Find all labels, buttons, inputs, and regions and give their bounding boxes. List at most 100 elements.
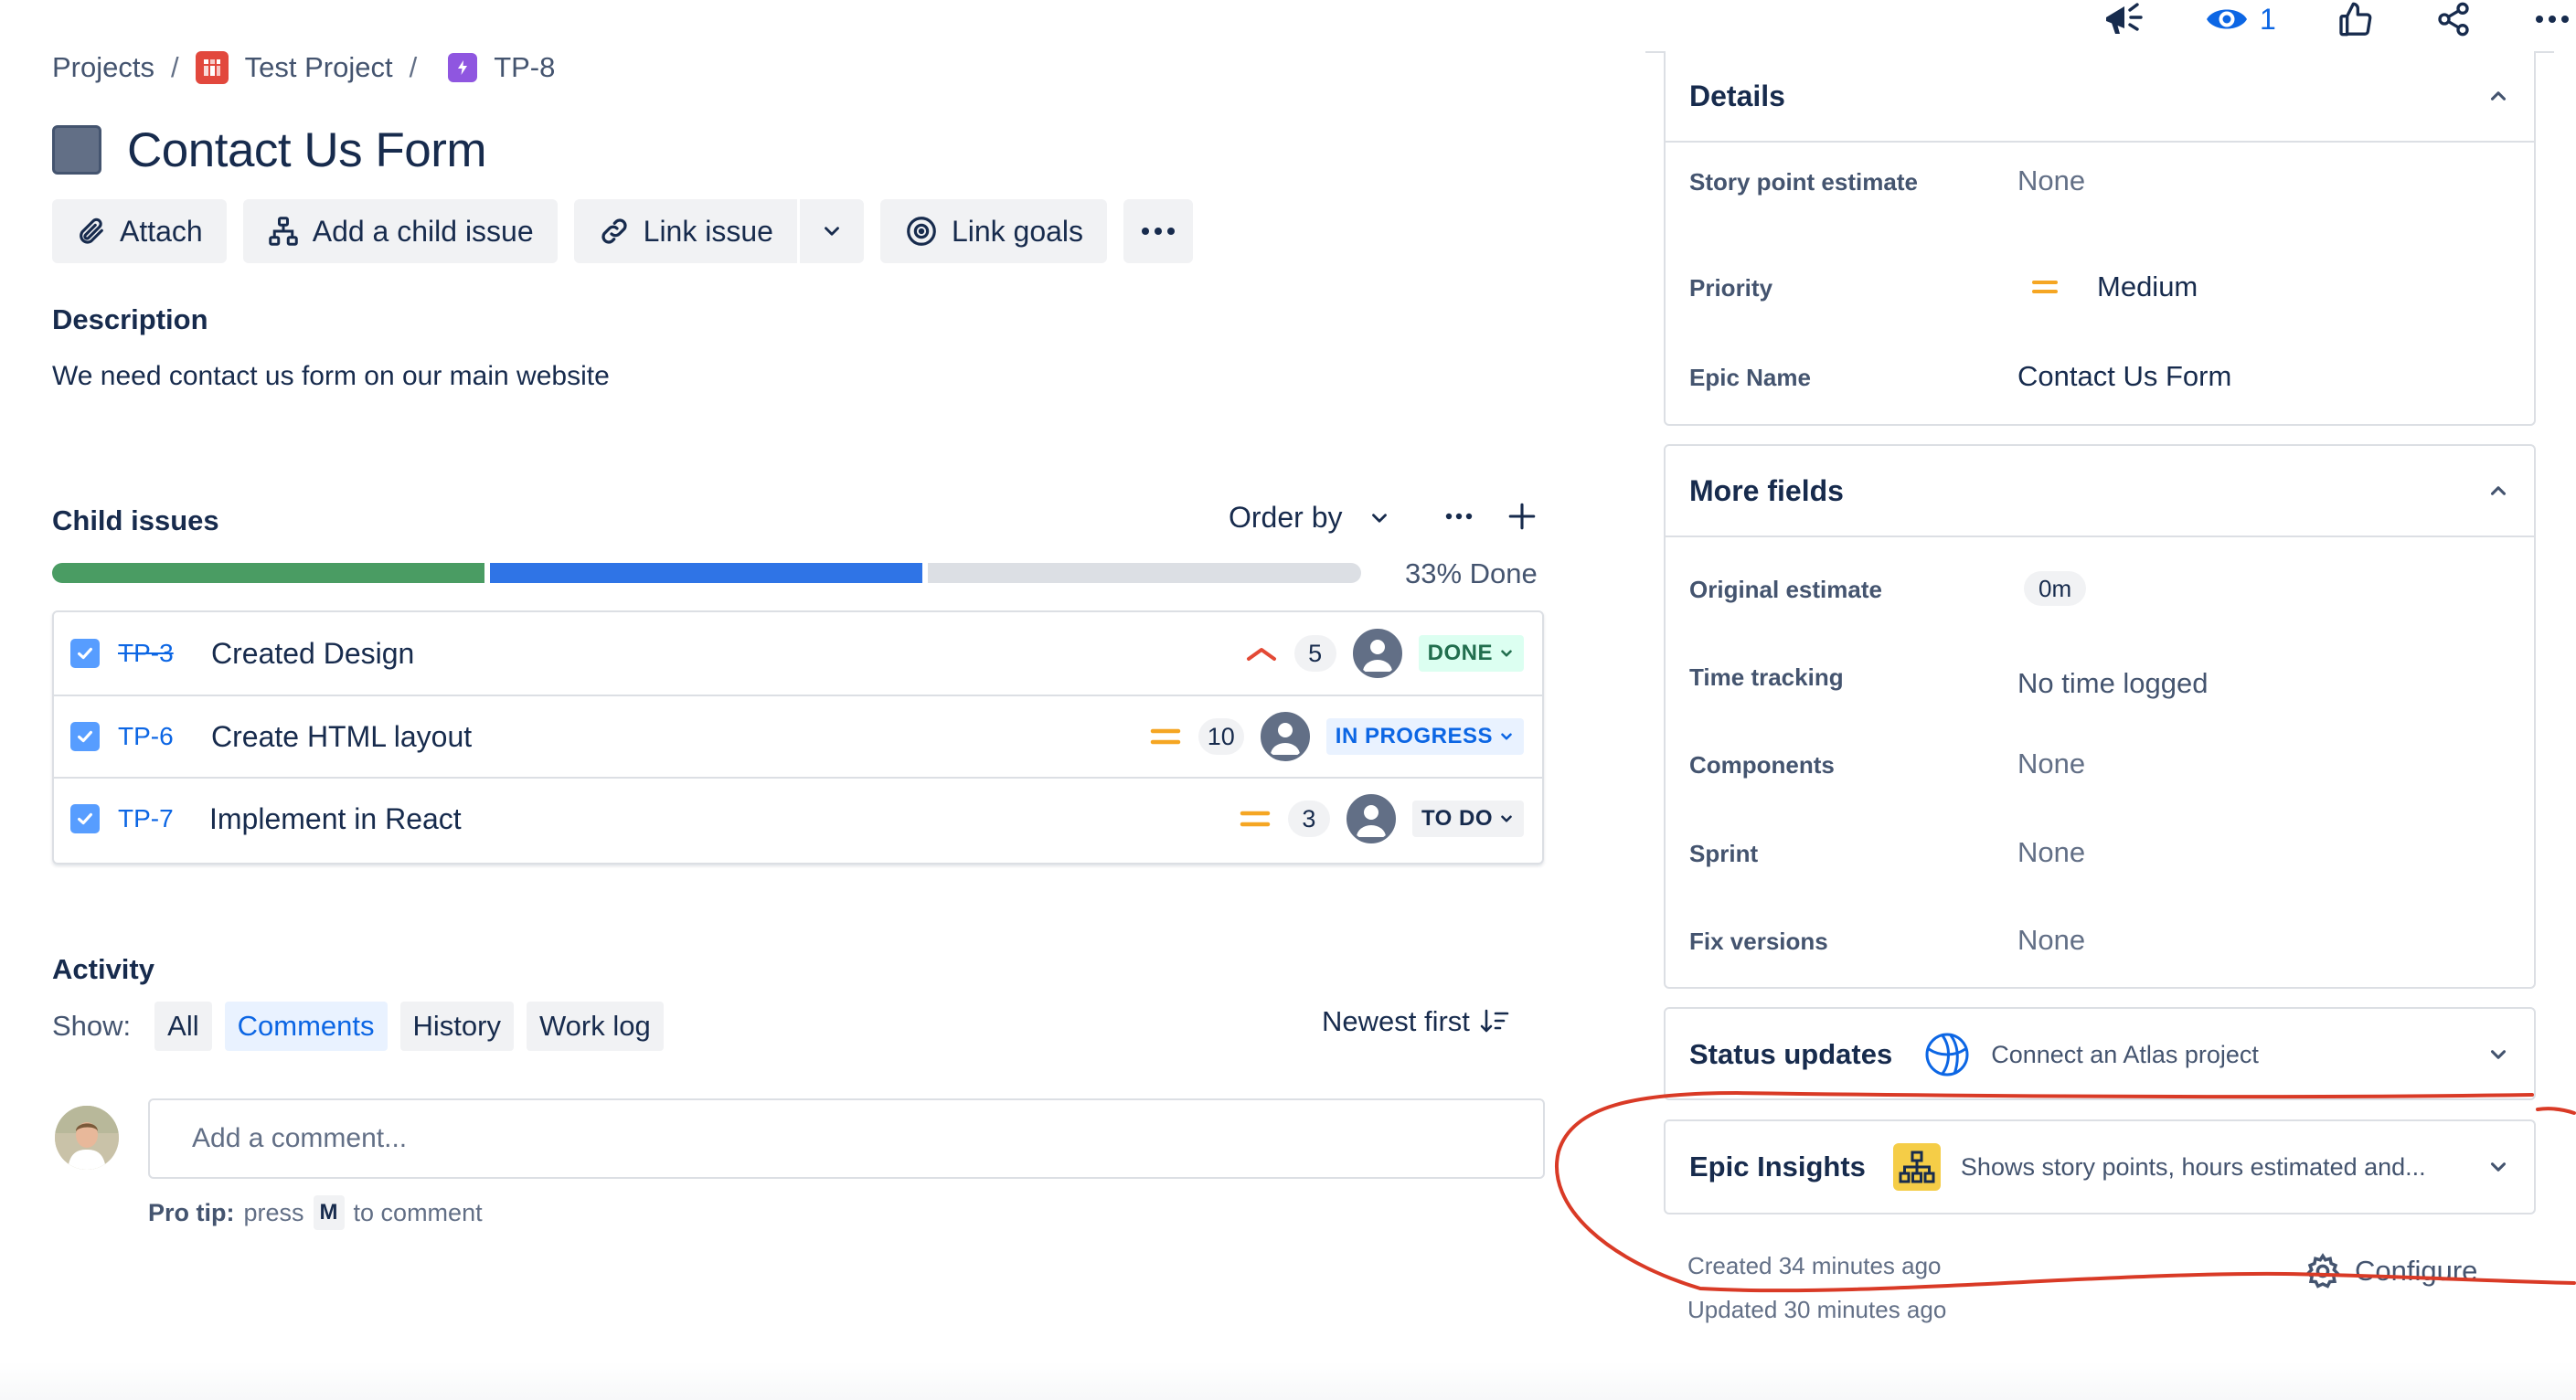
share-icon[interactable]: [2433, 1, 2474, 37]
created-timestamp: Created 34 minutes ago: [1687, 1252, 1942, 1279]
fix-versions-value[interactable]: None: [2017, 924, 2085, 957]
link-issue-label: Link issue: [643, 214, 773, 248]
details-panel: Details Story point estimate None Priori…: [1664, 51, 2536, 426]
more-fields-header[interactable]: More fields: [1666, 446, 2534, 537]
story-point-estimate-value[interactable]: None: [2017, 164, 2085, 197]
issue-type-icon[interactable]: [52, 125, 101, 175]
more-icon[interactable]: [2534, 14, 2571, 25]
child-issue-row[interactable]: TP-7 Implement in React 3 TO DO: [54, 777, 1542, 859]
more-icon[interactable]: [1444, 512, 1474, 521]
pro-tip-rest: to comment: [353, 1198, 483, 1226]
megaphone-icon[interactable]: [2102, 1, 2145, 37]
bottom-edge: [0, 1362, 2576, 1400]
attach-button[interactable]: Attach: [52, 199, 227, 263]
epic-insights-header[interactable]: Epic Insights Shows story points, hours …: [1666, 1121, 2534, 1213]
page-title[interactable]: Contact Us Form: [127, 122, 487, 178]
progress-label: 33% Done: [1405, 557, 1538, 589]
comment-input[interactable]: Add a comment...: [148, 1098, 1545, 1179]
epic-insights-subtitle: Shows story points, hours estimated and.…: [1960, 1152, 2426, 1181]
checkbox-icon: [70, 639, 100, 668]
time-tracking-value[interactable]: No time logged: [2017, 667, 2209, 700]
watch-button[interactable]: 1: [2205, 1, 2276, 37]
chevron-down-icon: [1501, 650, 1512, 657]
epic-insights-panel: Epic Insights Shows story points, hours …: [1664, 1119, 2536, 1214]
status-updates-header[interactable]: Status updates Connect an Atlas project: [1666, 1009, 2534, 1100]
configure-button[interactable]: Configure: [2304, 1252, 2477, 1290]
issue-actions: Attach Add a child issue Link issue Link…: [52, 199, 1194, 263]
child-issue-key[interactable]: TP-3: [118, 639, 174, 668]
chevron-down-icon: [1501, 733, 1512, 740]
description-text[interactable]: We need contact us form on our main webs…: [52, 361, 610, 392]
filter-all-button[interactable]: All: [154, 1002, 212, 1051]
pro-tip-label: Pro tip:: [148, 1198, 235, 1226]
atlas-globe-icon: [1925, 1033, 1969, 1077]
more-fields-heading: More fields: [1689, 473, 1844, 507]
child-issue-row[interactable]: TP-6 Create HTML layout 10 IN PROGRESS: [54, 695, 1542, 777]
status-dropdown[interactable]: TO DO: [1411, 801, 1524, 837]
chevron-down-icon: [1372, 513, 1388, 523]
add-child-issue-button[interactable]: Add a child issue: [242, 199, 558, 263]
priority-medium-icon: [1150, 728, 1180, 745]
filter-history-button[interactable]: History: [399, 1002, 514, 1051]
details-header[interactable]: Details: [1666, 51, 2534, 143]
priority-high-icon: [1246, 648, 1276, 661]
link-issue-button[interactable]: Link issue: [573, 199, 797, 263]
updated-timestamp: Updated 30 minutes ago: [1687, 1296, 1947, 1323]
breadcrumb: Projects / Test Project / TP-8: [52, 48, 555, 88]
child-issue-summary[interactable]: Implement in React: [209, 802, 462, 836]
assignee-avatar[interactable]: [1352, 629, 1402, 678]
details-heading: Details: [1689, 79, 1785, 112]
sort-order-button[interactable]: Newest first: [1322, 1005, 1510, 1038]
link-issue-dropdown-button[interactable]: [796, 199, 864, 263]
components-value[interactable]: None: [2017, 748, 2085, 780]
epic-name-value[interactable]: Contact Us Form: [2017, 360, 2231, 393]
order-by-button[interactable]: Order by: [1229, 501, 1391, 535]
child-issues-progress-bar: [52, 563, 1361, 583]
project-icon: [195, 51, 229, 84]
plus-icon[interactable]: [1506, 501, 1538, 532]
chevron-down-icon: [2490, 1162, 2507, 1172]
status-updates-heading: Status updates: [1689, 1038, 1893, 1070]
child-issue-row[interactable]: TP-3 Created Design 5 DONE: [54, 612, 1542, 695]
thumbs-up-icon[interactable]: [2336, 1, 2373, 37]
breadcrumb-project[interactable]: Test Project: [195, 51, 393, 84]
filter-work-log-button[interactable]: Work log: [526, 1002, 664, 1051]
current-user-avatar[interactable]: [55, 1106, 119, 1170]
field-label: Components: [1689, 751, 1835, 779]
status-dropdown[interactable]: IN PROGRESS: [1325, 718, 1524, 755]
pro-tip: Pro tip: press M to comment: [148, 1195, 483, 1230]
story-points: 3: [1287, 801, 1330, 837]
priority-medium-icon: [2032, 281, 2058, 293]
more-actions-button[interactable]: [1123, 199, 1194, 263]
status-updates-panel: Status updates Connect an Atlas project: [1664, 1007, 2536, 1100]
filter-comments-button[interactable]: Comments: [224, 1002, 388, 1051]
priority-value[interactable]: Medium: [2031, 270, 2198, 303]
child-issue-summary[interactable]: Create HTML layout: [211, 720, 472, 754]
chevron-up-icon: [2490, 486, 2507, 495]
watch-count: 1: [2260, 2, 2276, 36]
breadcrumb-projects[interactable]: Projects: [52, 51, 154, 84]
more-fields-panel: More fields Original estimate 0m Time tr…: [1664, 444, 2536, 989]
order-by-label: Order by: [1229, 501, 1343, 534]
breadcrumb-issue[interactable]: TP-8: [433, 51, 555, 84]
breadcrumb-separator: /: [409, 51, 418, 83]
progress-done-segment: [52, 563, 484, 583]
keyboard-shortcut: M: [313, 1195, 345, 1230]
child-issue-summary[interactable]: Created Design: [211, 637, 414, 671]
description-heading: Description: [52, 303, 208, 335]
hierarchy-icon: [268, 217, 298, 246]
show-label: Show:: [52, 1010, 132, 1042]
original-estimate-value[interactable]: 0m: [2022, 571, 2087, 606]
link-issue-group: Link issue: [573, 199, 864, 263]
epic-insights-heading: Epic Insights: [1689, 1151, 1866, 1183]
child-issue-key[interactable]: TP-7: [118, 804, 174, 833]
sort-icon: [1480, 1009, 1509, 1033]
child-issues-list: TP-3 Created Design 5 DONE TP-6 Create H…: [52, 610, 1544, 864]
assignee-avatar[interactable]: [1346, 794, 1396, 843]
child-issue-key[interactable]: TP-6: [118, 722, 174, 751]
assignee-avatar[interactable]: [1260, 712, 1310, 761]
link-goals-button[interactable]: Link goals: [879, 199, 1108, 263]
attach-label: Attach: [120, 214, 203, 248]
status-dropdown[interactable]: DONE: [1418, 635, 1524, 672]
sprint-value[interactable]: None: [2017, 836, 2085, 869]
